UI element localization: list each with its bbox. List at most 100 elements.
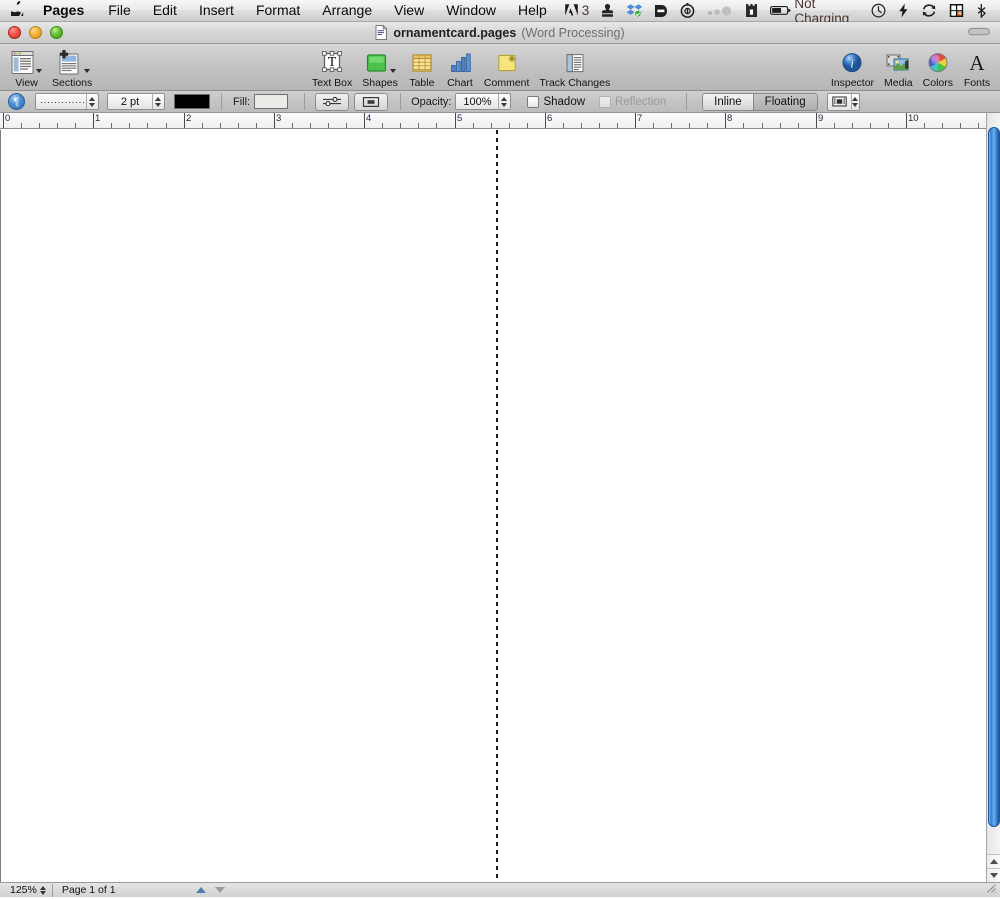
format-bar-divider-2 (304, 93, 305, 110)
svg-text:A: A (969, 51, 985, 75)
table-label: Table (409, 77, 434, 89)
comment-button[interactable]: Comment (479, 47, 535, 89)
ruler-minor-tick (292, 123, 293, 128)
table-button[interactable]: Table (403, 47, 441, 89)
shadow-checkbox-group[interactable]: Shadow (527, 96, 585, 108)
toolbar-toggle-button[interactable] (968, 24, 1000, 42)
opacity-stepper[interactable] (498, 94, 509, 109)
menu-item-arrange[interactable]: Arrange (311, 0, 383, 21)
vertical-scrollbar[interactable] (986, 113, 1000, 882)
track-changes-button[interactable]: Track Changes (534, 47, 615, 89)
text-box-icon: T (319, 49, 345, 76)
toolbar-center-group: T Text Box S (307, 47, 615, 89)
document-canvas[interactable] (0, 130, 986, 882)
menu-item-file[interactable]: File (97, 0, 142, 21)
shadow-options-button[interactable] (354, 93, 388, 111)
menu-item-window[interactable]: Window (435, 0, 507, 21)
shadow-checkbox[interactable] (527, 96, 539, 108)
ruler-minor-tick (129, 123, 130, 128)
horizontal-ruler[interactable]: 012345678910 (0, 113, 986, 129)
media-icon (885, 49, 911, 76)
opacity-label: Opacity: (411, 96, 451, 108)
menu-item-format[interactable]: Format (245, 0, 311, 21)
ruler-minor-tick (346, 123, 347, 128)
sections-menu-chevron-icon[interactable] (84, 69, 90, 73)
text-box-button[interactable]: T Text Box (307, 47, 357, 89)
fonts-label: Fonts (964, 77, 990, 89)
text-box-label: Text Box (312, 77, 352, 89)
shapes-button[interactable]: Shapes (357, 47, 403, 89)
shapes-menu-chevron-icon[interactable] (390, 69, 396, 73)
ruler-minor-tick (707, 123, 708, 128)
line-width-select[interactable]: 2 pt (107, 93, 165, 110)
foursquare-icon[interactable]: 4 (943, 0, 970, 22)
ruler-minor-tick (563, 123, 564, 128)
lightning-icon[interactable] (892, 0, 915, 22)
close-button[interactable] (8, 26, 21, 39)
main-toolbar: View Sections (0, 44, 1000, 91)
ruler-minor-tick (798, 123, 799, 128)
ruler-minor-tick (310, 123, 311, 128)
wrap-icon (828, 96, 851, 107)
chart-label: Chart (447, 77, 473, 89)
menu-item-insert[interactable]: Insert (188, 0, 245, 21)
fill-color-swatch[interactable] (254, 94, 288, 109)
menu-item-pages[interactable]: Pages (34, 0, 97, 21)
fonts-button[interactable]: A Fonts (958, 47, 996, 89)
line-width-value: 2 pt (108, 96, 152, 108)
dropbox-icon[interactable] (620, 0, 648, 22)
line-style-stepper[interactable] (86, 94, 97, 109)
inline-segment[interactable]: Inline (703, 94, 753, 110)
apple-menu-icon[interactable] (0, 1, 34, 21)
battery-icon[interactable]: Not Charging (764, 0, 865, 22)
scroll-down-button[interactable] (987, 868, 1000, 882)
line-style-select[interactable]: ·············· (35, 93, 99, 110)
zoom-stepper[interactable] (40, 886, 46, 895)
adobe-cc-icon[interactable]: 3 (558, 0, 596, 22)
inspector-label: Inspector (831, 77, 874, 89)
media-button[interactable]: Media (879, 47, 918, 89)
chart-button[interactable]: Chart (441, 47, 479, 89)
media-label: Media (884, 77, 913, 89)
ruler-minor-tick (238, 123, 239, 128)
paragraph-marks-button[interactable]: ¶ (8, 93, 25, 110)
next-page-button[interactable] (212, 884, 228, 896)
fonts-icon: A (966, 49, 988, 76)
adobe-cc-count: 3 (579, 3, 590, 18)
previous-page-button[interactable] (193, 884, 209, 896)
castle-icon[interactable] (739, 0, 764, 22)
menu-item-edit[interactable]: Edit (142, 0, 188, 21)
layout-guide-line (496, 130, 498, 882)
resize-grip-icon[interactable] (985, 881, 1000, 899)
view-menu-chevron-icon[interactable] (36, 69, 42, 73)
menu-item-help[interactable]: Help (507, 0, 558, 21)
menu-item-view[interactable]: View (383, 0, 435, 21)
compass-icon[interactable] (674, 0, 701, 22)
text-wrap-stepper[interactable] (851, 94, 858, 109)
vertical-scrollbar-thumb[interactable] (988, 127, 1000, 827)
floating-segment[interactable]: Floating (753, 94, 817, 110)
ruler-label: 8 (725, 113, 732, 124)
minimize-button[interactable] (29, 26, 42, 39)
stroke-color-swatch[interactable] (174, 94, 210, 109)
dash-icon[interactable] (648, 0, 674, 22)
ruler-label: 10 (906, 113, 919, 124)
scroll-up-button[interactable] (987, 854, 1000, 868)
colors-button[interactable]: Colors (918, 47, 958, 89)
bluetooth-icon[interactable] (970, 0, 993, 22)
text-wrap-select[interactable] (827, 93, 860, 111)
svg-text:i: i (851, 56, 854, 70)
placement-segmented-control[interactable]: Inline Floating (702, 93, 817, 111)
inspector-button[interactable]: i Inspector (826, 47, 879, 89)
sync-icon[interactable] (915, 0, 943, 22)
stamp-icon[interactable] (595, 0, 620, 22)
zoom-control[interactable]: 125% (0, 884, 52, 896)
line-width-stepper[interactable] (152, 94, 163, 109)
opacity-input[interactable]: 100% (455, 93, 511, 110)
zoom-button[interactable] (50, 26, 63, 39)
reflection-checkbox (599, 96, 611, 108)
stroke-options-button[interactable] (315, 93, 349, 111)
view-button[interactable]: View (6, 47, 47, 89)
clock-icon[interactable] (865, 0, 892, 22)
sections-button[interactable]: Sections (47, 47, 97, 89)
